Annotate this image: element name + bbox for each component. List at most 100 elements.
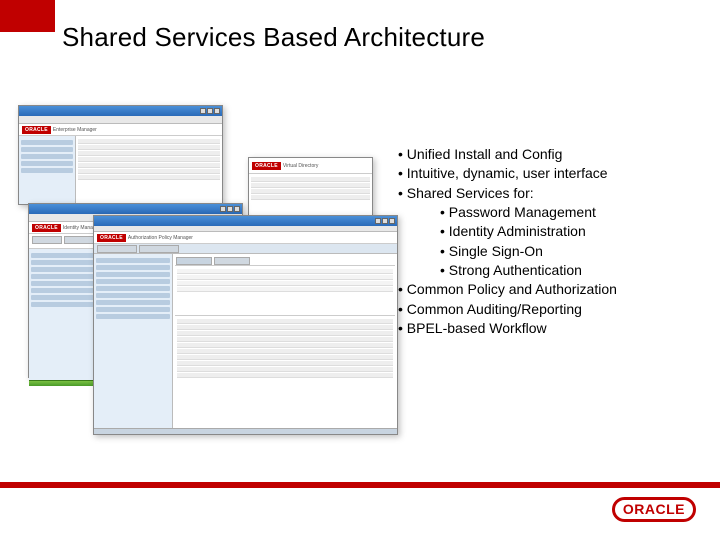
app-banner: ORACLE Virtual Directory <box>249 158 372 174</box>
form-row <box>177 275 393 280</box>
window-enterprise-manager: ORACLE Enterprise Manager <box>18 105 223 205</box>
main-panel <box>173 254 397 428</box>
list-row <box>251 177 370 182</box>
app-name-label: Enterprise Manager <box>53 127 97 133</box>
app-banner: ORACLE Authorization Policy Manager <box>94 232 397 244</box>
table-row <box>177 331 393 336</box>
tab <box>97 245 137 253</box>
slide-title: Shared Services Based Architecture <box>62 22 485 53</box>
oracle-brand-small: ORACLE <box>22 126 51 134</box>
form-row <box>177 281 393 286</box>
sidebar-item <box>31 260 94 265</box>
sidebar-item <box>31 281 94 286</box>
sub-bullet-item: Identity Administration <box>398 222 708 241</box>
bullet-item: Common Auditing/Reporting <box>398 300 708 319</box>
title-accent-block <box>0 0 55 32</box>
app-name-label: Authorization Policy Manager <box>128 235 193 241</box>
table-row <box>177 373 393 378</box>
sidebar-item <box>31 288 94 293</box>
form-row <box>177 287 393 292</box>
list-row <box>78 157 220 162</box>
tab <box>64 236 94 244</box>
list-row <box>251 189 370 194</box>
form-row <box>177 269 393 274</box>
tab <box>139 245 179 253</box>
sub-bullet-item: Strong Authentication <box>398 261 708 280</box>
list-row <box>78 175 220 180</box>
table-row <box>177 355 393 360</box>
oracle-brand-small: ORACLE <box>252 162 281 170</box>
list-row <box>78 163 220 168</box>
sidebar-item <box>21 147 73 152</box>
sidebar-item <box>96 300 170 305</box>
sidebar-item <box>21 168 73 173</box>
bullet-item: Unified Install and Config <box>398 145 708 164</box>
sidebar <box>94 254 173 428</box>
sidebar-item <box>96 286 170 291</box>
toolbar <box>19 116 222 124</box>
window-titlebar <box>19 106 222 116</box>
sub-bullet-item: Single Sign-On <box>398 242 708 261</box>
list-row <box>251 183 370 188</box>
tab <box>32 236 62 244</box>
table-row <box>177 343 393 348</box>
table-row <box>177 337 393 342</box>
window-titlebar <box>94 216 397 226</box>
list-row <box>78 139 220 144</box>
tab <box>176 257 212 265</box>
sidebar-item <box>96 272 170 277</box>
bullet-item: BPEL-based Workflow <box>398 319 708 338</box>
sidebar <box>19 136 76 204</box>
sidebar-item <box>21 161 73 166</box>
sidebar-item <box>96 307 170 312</box>
sidebar-item <box>31 267 94 272</box>
table-row <box>177 325 393 330</box>
sidebar-item <box>96 279 170 284</box>
list-row <box>78 169 220 174</box>
screenshot-collage: ORACLE Enterprise Manager <box>18 105 398 435</box>
oracle-logo-text: ORACLE <box>612 497 696 522</box>
sub-bullet-item: Password Management <box>398 203 708 222</box>
bullet-item: Intuitive, dynamic, user interface <box>398 164 708 183</box>
app-banner: ORACLE Enterprise Manager <box>19 124 222 136</box>
sidebar-item <box>21 140 73 145</box>
sidebar-item <box>21 154 73 159</box>
list-row <box>251 195 370 200</box>
window-control-icon <box>214 108 220 114</box>
window-control-icon <box>234 206 240 212</box>
sidebar-item <box>96 314 170 319</box>
window-control-icon <box>375 218 381 224</box>
list-row <box>78 151 220 156</box>
sidebar-item <box>31 302 94 307</box>
table-section <box>175 316 395 381</box>
table-row <box>177 361 393 366</box>
footer-accent-bar <box>0 482 720 488</box>
window-control-icon <box>207 108 213 114</box>
sidebar <box>29 249 97 380</box>
window-control-icon <box>389 218 395 224</box>
subheader <box>94 244 397 254</box>
sidebar-item <box>31 274 94 279</box>
sidebar-item <box>96 265 170 270</box>
oracle-logo: ORACLE <box>612 497 696 522</box>
section-header <box>175 256 395 266</box>
table-row <box>177 367 393 372</box>
main-panel <box>76 136 222 204</box>
table-row <box>177 349 393 354</box>
status-bar <box>94 428 397 434</box>
sidebar-item <box>96 293 170 298</box>
sidebar-item <box>31 253 94 258</box>
table-row <box>177 319 393 324</box>
window-titlebar <box>29 204 242 214</box>
window-control-icon <box>227 206 233 212</box>
window-authz-policy-manager: ORACLE Authorization Policy Manager <box>93 215 398 435</box>
window-control-icon <box>220 206 226 212</box>
oracle-brand-small: ORACLE <box>97 234 126 242</box>
bullet-item: Common Policy and Authorization <box>398 280 708 299</box>
bullet-list: Unified Install and Config Intuitive, dy… <box>398 145 708 338</box>
app-name-label: Virtual Directory <box>283 163 318 169</box>
window-body <box>94 254 397 428</box>
bullet-item: Shared Services for: <box>398 184 708 203</box>
form-section <box>175 266 395 316</box>
window-control-icon <box>382 218 388 224</box>
